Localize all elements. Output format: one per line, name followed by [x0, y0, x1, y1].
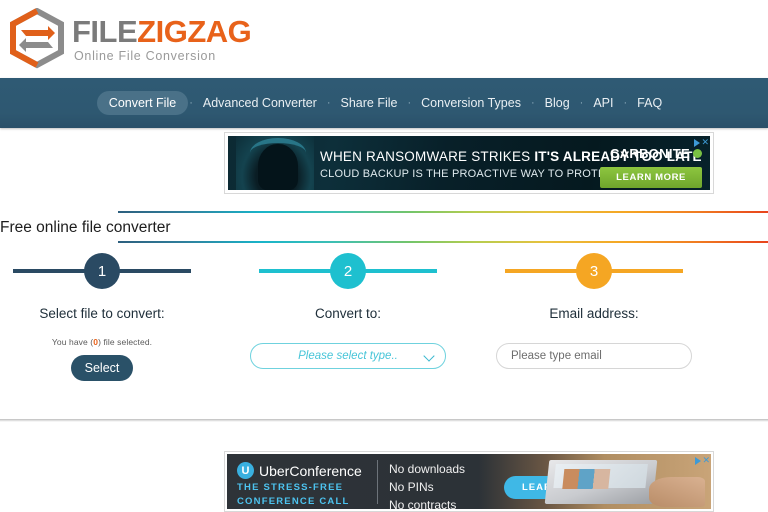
rainbow-rule-top — [118, 211, 768, 213]
site-logo[interactable]: FILEZIGZAG Online File Conversion — [8, 7, 252, 70]
top-ad-creative: WHEN RANSOMWARE STRIKES IT'S ALREADY TOO… — [228, 136, 710, 190]
carbonite-wordmark: CARBONITE — [610, 146, 690, 161]
nav-item-share-file[interactable]: Share File — [331, 91, 406, 115]
file-status-prefix: You have ( — [51, 337, 94, 347]
bottom-ad-bullet: No PINs — [389, 480, 434, 494]
email-input-wrap: Please type email — [471, 343, 717, 369]
bottom-ad-subline-2: CONFERENCE CALL — [237, 496, 350, 507]
logo-name-file: FILE — [72, 13, 138, 49]
chevron-down-icon — [423, 350, 435, 362]
uberconference-branding: U UberConference THE STRESS-FREE CONFERE… — [237, 462, 362, 507]
step-1-line-left — [13, 269, 85, 273]
select-file-button[interactable]: Select — [70, 355, 134, 381]
laptop-image — [544, 460, 658, 504]
step-1-number-badge: 1 — [84, 253, 120, 289]
step-3-indicator: 3 — [471, 248, 717, 294]
logo-tagline: Online File Conversion — [74, 48, 216, 63]
carbonite-logo: CARBONITE — [610, 146, 702, 161]
close-ad-icon[interactable]: ✕ — [702, 455, 710, 466]
uberconference-wordmark: UberConference — [259, 462, 362, 479]
convert-type-wrap: Please select type.. — [225, 343, 471, 369]
step-1-line-right — [119, 269, 191, 273]
logo-text: FILEZIGZAG Online File Conversion — [72, 13, 252, 63]
main-navigation: Convert File · Advanced Converter · Shar… — [0, 78, 768, 128]
filezigzag-page: FILEZIGZAG Online File Conversion Conver… — [0, 0, 768, 512]
step-3-line-left — [505, 269, 577, 273]
nav-item-blog[interactable]: Blog — [536, 91, 579, 115]
nav-item-conversion-types[interactable]: Conversion Types — [412, 91, 530, 115]
convert-type-select[interactable]: Please select type.. — [250, 343, 446, 369]
rainbow-rule-bottom — [118, 241, 768, 243]
nav-item-convert-file[interactable]: Convert File — [96, 91, 189, 115]
site-header: FILEZIGZAG Online File Conversion — [0, 0, 768, 78]
adchoices-triangle-icon — [694, 138, 701, 147]
step-1-label: Select file to convert: — [39, 306, 165, 321]
step-3-email-address: 3 Email address: Please type email — [471, 248, 717, 369]
step-2-indicator: 2 — [225, 248, 471, 294]
step-2-convert-to: 2 Convert to: Please select type.. — [225, 248, 471, 369]
close-ad-icon[interactable]: ✕ — [701, 137, 709, 148]
convert-type-placeholder: Please select type.. — [298, 350, 398, 362]
file-status-suffix: ) file selected. — [98, 337, 153, 347]
bottom-ad-bullet: No downloads — [389, 462, 466, 476]
content-footer-divider — [0, 419, 768, 422]
bottom-banner-ad[interactable]: U UberConference THE STRESS-FREE CONFERE… — [224, 451, 714, 512]
uberconference-logo: U UberConference — [237, 462, 362, 479]
step-3-label: Email address: — [549, 306, 639, 321]
conversion-steps: 1 Select file to convert: You have (0) f… — [0, 248, 768, 398]
file-selected-status: You have (0) file selected. — [0, 337, 225, 347]
zigzag-hexagon-logo-icon — [8, 7, 66, 70]
email-placeholder: Please type email — [511, 350, 602, 362]
adchoices-top[interactable]: ✕ — [694, 137, 709, 148]
step-3-number-badge: 3 — [576, 253, 612, 289]
adchoices-triangle-icon — [695, 456, 702, 465]
top-ad-headline-normal: WHEN RANSOMWARE STRIKES — [320, 149, 535, 164]
hood-rim-shape — [250, 138, 306, 168]
top-ad-cta-button[interactable]: LEARN MORE — [600, 167, 702, 188]
adchoices-bottom[interactable]: ✕ — [695, 455, 710, 466]
uberconference-logo-icon: U — [237, 462, 254, 479]
bottom-ad-divider — [377, 460, 378, 504]
logo-title: FILEZIGZAG — [72, 13, 252, 49]
step-3-line-right — [611, 269, 683, 273]
step-2-line-left — [259, 269, 331, 273]
laptop-screen-thumbnails — [562, 469, 611, 489]
bottom-ad-bullet: No contracts — [389, 498, 457, 509]
bottom-ad-subline-1: THE STRESS-FREE — [237, 482, 344, 493]
step-1-select-file: 1 Select file to convert: You have (0) f… — [0, 248, 225, 381]
laptop-screen — [553, 464, 648, 489]
step-1-indicator: 1 — [0, 248, 225, 294]
nav-list: Convert File · Advanced Converter · Shar… — [96, 91, 671, 115]
step-2-label: Convert to: — [314, 306, 382, 321]
email-input[interactable]: Please type email — [496, 343, 692, 369]
hooded-figure-image — [236, 136, 314, 190]
bottom-ad-creative: U UberConference THE STRESS-FREE CONFERE… — [227, 454, 711, 509]
carbonite-dot-icon — [693, 149, 702, 158]
step-2-number-badge: 2 — [330, 253, 366, 289]
top-banner-ad[interactable]: WHEN RANSOMWARE STRIKES IT'S ALREADY TOO… — [224, 132, 714, 194]
nav-item-advanced-converter[interactable]: Advanced Converter — [194, 91, 326, 115]
logo-name-zigzag: ZIGZAG — [137, 13, 252, 49]
nav-item-api[interactable]: API — [584, 91, 622, 115]
hands-typing-image — [649, 477, 705, 507]
page-title: Free online file converter — [0, 219, 171, 236]
nav-item-faq[interactable]: FAQ — [628, 91, 671, 115]
bottom-ad-bullets: No downloads No PINs No contracts — [389, 462, 465, 509]
step-2-line-right — [365, 269, 437, 273]
